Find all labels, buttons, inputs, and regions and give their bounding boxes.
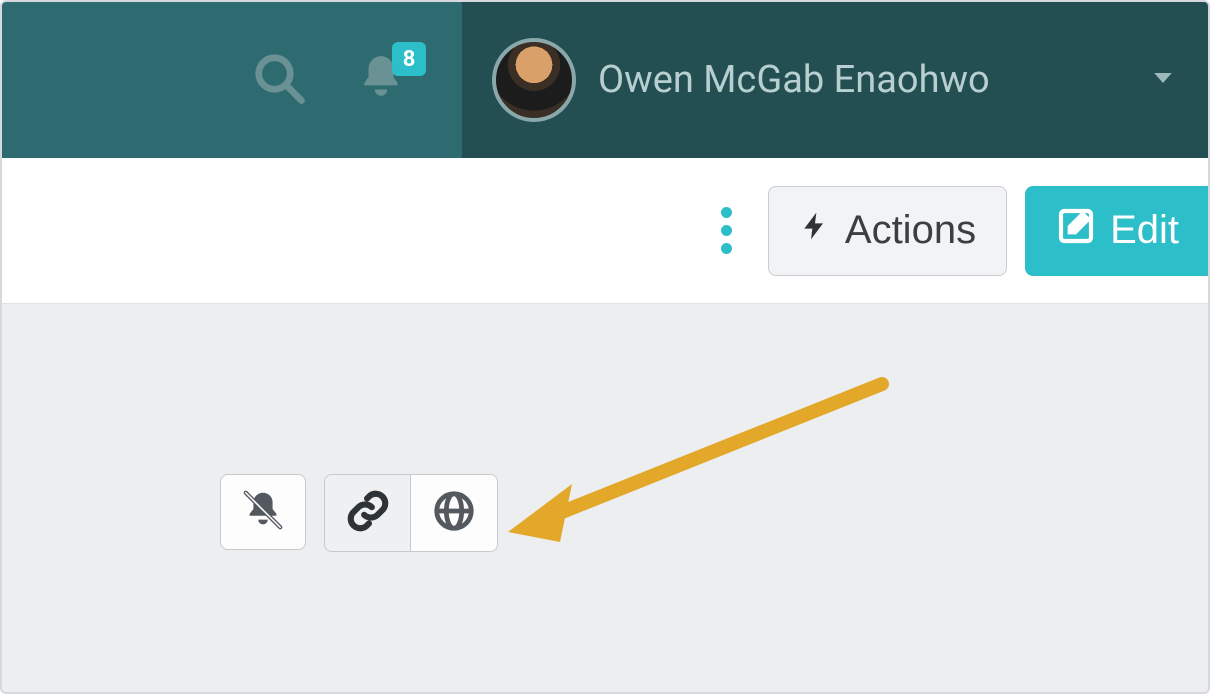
share-button-group [324, 474, 498, 552]
dot-icon [721, 207, 732, 218]
dot-icon [721, 243, 732, 254]
notification-count-badge: 8 [392, 42, 426, 76]
actions-button-label: Actions [845, 208, 976, 253]
public-share-button[interactable] [411, 475, 497, 551]
edit-icon [1056, 206, 1096, 256]
chevron-down-icon[interactable] [1148, 63, 1178, 97]
copy-link-button[interactable] [325, 475, 411, 551]
search-icon[interactable] [252, 51, 306, 109]
content-area [2, 304, 1208, 692]
avatar[interactable] [492, 38, 576, 122]
bell-icon [356, 87, 406, 106]
dot-icon [721, 225, 732, 236]
user-name-label: Owen McGab Enaohwo [598, 58, 990, 102]
icon-button-group [220, 474, 498, 552]
annotation-arrow [502, 374, 902, 554]
globe-icon [431, 488, 477, 538]
page-toolbar: Actions Edit [2, 158, 1208, 304]
header-right: Owen McGab Enaohwo [462, 2, 1208, 158]
bolt-icon [799, 205, 831, 257]
more-menu-button[interactable] [703, 197, 750, 264]
edit-button[interactable]: Edit [1025, 186, 1208, 276]
actions-button[interactable]: Actions [768, 186, 1007, 276]
notifications-button[interactable]: 8 [356, 52, 412, 108]
link-icon [345, 488, 391, 538]
bell-slash-icon [240, 487, 286, 537]
app-window: 8 Owen McGab Enaohwo Action [0, 0, 1210, 694]
edit-button-label: Edit [1110, 208, 1179, 253]
top-header: 8 Owen McGab Enaohwo [2, 2, 1208, 158]
mute-notifications-button[interactable] [220, 474, 306, 550]
header-left: 8 [2, 2, 462, 158]
